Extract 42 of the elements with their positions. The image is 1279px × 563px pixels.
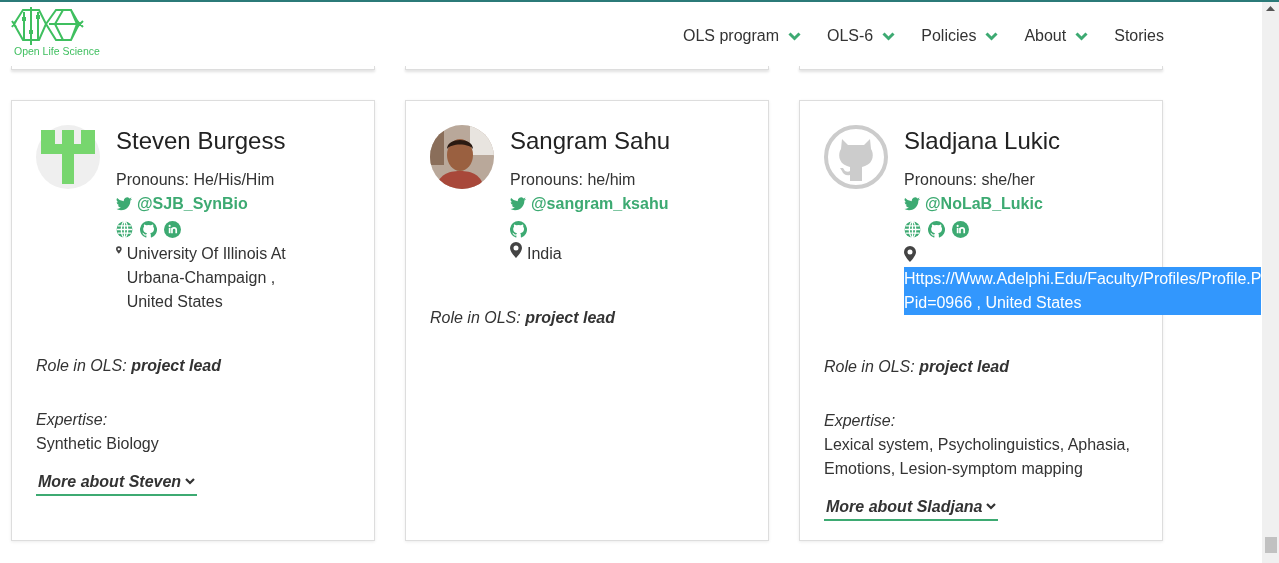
- globe-icon[interactable]: [116, 221, 133, 239]
- expertise-text: Lexical system, Psycholinguistics, Aphasia, Emotions, Lesion-symptom mapping: [824, 434, 1131, 479]
- expertise-text: Synthetic Biology: [36, 433, 160, 454]
- role-text: Role in OLS: project lead: [824, 356, 1011, 377]
- nav-dropdown[interactable]: OLS-6: [827, 24, 896, 48]
- logo-text: Open Life Science: [14, 44, 100, 59]
- caret-icon: [986, 503, 997, 511]
- more-link[interactable]: More about Steven: [36, 469, 198, 496]
- pronouns-text: Pronouns: He/His/Him: [116, 169, 276, 190]
- map-pin-icon: [904, 245, 916, 262]
- github-icon[interactable]: [510, 221, 527, 239]
- caret-icon: [185, 478, 196, 486]
- globe-icon[interactable]: [904, 221, 921, 239]
- bird-icon: [510, 196, 526, 211]
- github-icon[interactable]: [140, 221, 157, 239]
- scrollbar-thumb[interactable]: [1264, 537, 1277, 553]
- nav-dropdown[interactable]: Policies: [921, 24, 999, 48]
- role-text: Role in OLS: project lead: [36, 355, 223, 376]
- person-name: Steven Burgess: [116, 127, 287, 156]
- role-text: Role in OLS: project lead: [430, 307, 617, 328]
- nav-dropdown[interactable]: OLS program: [682, 24, 801, 48]
- more-link[interactable]: More about Sladjana: [824, 494, 999, 521]
- person-name: Sladjana Lukic: [904, 127, 1062, 156]
- bird-icon: [116, 196, 132, 211]
- bird-icon: [904, 196, 920, 211]
- linkedin-icon[interactable]: [164, 221, 181, 239]
- map-pin-icon: [510, 241, 522, 258]
- avatar-icon: [36, 125, 100, 189]
- location-text: University Of Illinois At Urbana-Champaign , United States: [126, 243, 287, 312]
- nav-link[interactable]: Stories: [1114, 24, 1164, 48]
- scroll-up-icon[interactable]: [1266, 6, 1275, 11]
- avatar-icon: [824, 125, 888, 189]
- location-text: Https://Www.Adelphi.Edu/Faculty/Profiles/Profile.P Pid=0966 , United States: [904, 266, 1262, 315]
- nav-dropdown[interactable]: About: [1024, 24, 1089, 48]
- linkedin-icon[interactable]: [952, 221, 969, 239]
- person-name: Sangram Sahu: [510, 127, 672, 156]
- github-icon[interactable]: [928, 221, 945, 239]
- expertise-label: Expertise:: [824, 410, 897, 431]
- pronouns-text: Pronouns: he/him: [510, 169, 637, 190]
- location-text: India: [527, 243, 562, 264]
- pronouns-text: Pronouns: she/her: [904, 169, 1036, 190]
- expertise-label: Expertise:: [36, 409, 109, 430]
